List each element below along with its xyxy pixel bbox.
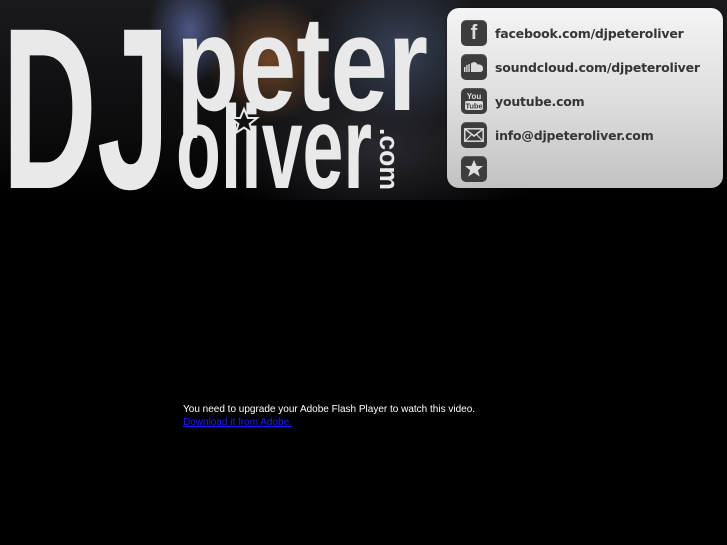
svg-text:Tube: Tube <box>465 102 482 111</box>
youtube-link[interactable]: You Tube youtube.com <box>461 87 585 115</box>
facebook-icon: f <box>461 20 487 46</box>
email-link-label: info@djpeteroliver.com <box>495 127 654 143</box>
youtube-link-label: youtube.com <box>495 93 585 109</box>
favorite-link[interactable] <box>461 155 487 183</box>
flash-upgrade-message: You need to upgrade your Adobe Flash Pla… <box>183 404 476 415</box>
logo-oliver: oliver <box>176 82 372 200</box>
social-links-panel: f facebook.com/djpeteroliver soundcloud.… <box>447 8 723 188</box>
header-banner: DJ peter oliver .com f facebook.com/djpe… <box>0 0 727 200</box>
facebook-link-label: facebook.com/djpeteroliver <box>495 25 684 41</box>
youtube-icon: You Tube <box>461 88 487 114</box>
facebook-glyph: f <box>470 22 478 44</box>
logo-domain: .com <box>374 128 404 190</box>
soundcloud-link-label: soundcloud.com/djpeteroliver <box>495 59 700 75</box>
flash-upgrade-notice: You need to upgrade your Adobe Flash Pla… <box>183 403 475 429</box>
site-logo[interactable]: DJ peter oliver .com <box>0 0 440 200</box>
soundcloud-link[interactable]: soundcloud.com/djpeteroliver <box>461 53 700 81</box>
soundcloud-icon <box>461 54 487 80</box>
star-icon <box>461 156 487 182</box>
email-link[interactable]: info@djpeteroliver.com <box>461 121 654 149</box>
logo-graphic: DJ peter oliver .com <box>2 0 428 200</box>
svg-text:You: You <box>467 92 482 101</box>
email-icon <box>461 122 487 148</box>
flash-download-link[interactable]: Download it from Adobe. <box>183 416 475 429</box>
logo-dj: DJ <box>2 0 170 200</box>
facebook-link[interactable]: f facebook.com/djpeteroliver <box>461 19 684 47</box>
